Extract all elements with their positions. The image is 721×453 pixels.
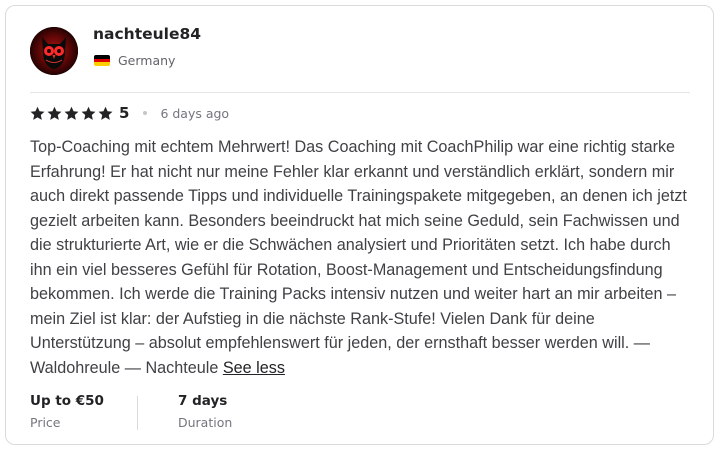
duration-label: Duration [178,415,233,430]
star-icon [64,106,79,120]
reviewer-username[interactable]: nachteule84 [93,23,201,45]
price-label: Price [30,415,61,430]
review-time: 6 days ago [160,105,230,121]
germany-flag-icon [94,55,110,66]
star-icon [47,106,62,120]
divider [30,92,690,93]
owl-avatar-icon [30,27,78,75]
star-icon [30,106,45,120]
flag-stripe [94,62,110,66]
reviewer-country: Germany [118,53,176,68]
rating-value: 5 [119,104,130,122]
separator-dot [143,111,148,115]
duration-detail: 7 days Duration [178,392,232,432]
star-icon [98,106,113,120]
duration-value: 7 days [178,393,228,409]
detail-separator [137,396,138,430]
review-card: nachteule84 Germany 5 6 days ago Top-Coa… [5,5,714,445]
star-icon [81,106,96,120]
star-rating [30,106,113,121]
avatar[interactable] [30,27,78,75]
see-less-link[interactable]: See less [223,359,285,377]
rating-row: 5 6 days ago [30,102,229,124]
price-value: Up to €50 [30,393,104,409]
review-body: Top-Coaching mit echtem Mehrwert! Das Co… [30,138,687,377]
review-text: Top-Coaching mit echtem Mehrwert! Das Co… [30,135,694,380]
price-detail: Up to €50 Price [30,392,104,432]
